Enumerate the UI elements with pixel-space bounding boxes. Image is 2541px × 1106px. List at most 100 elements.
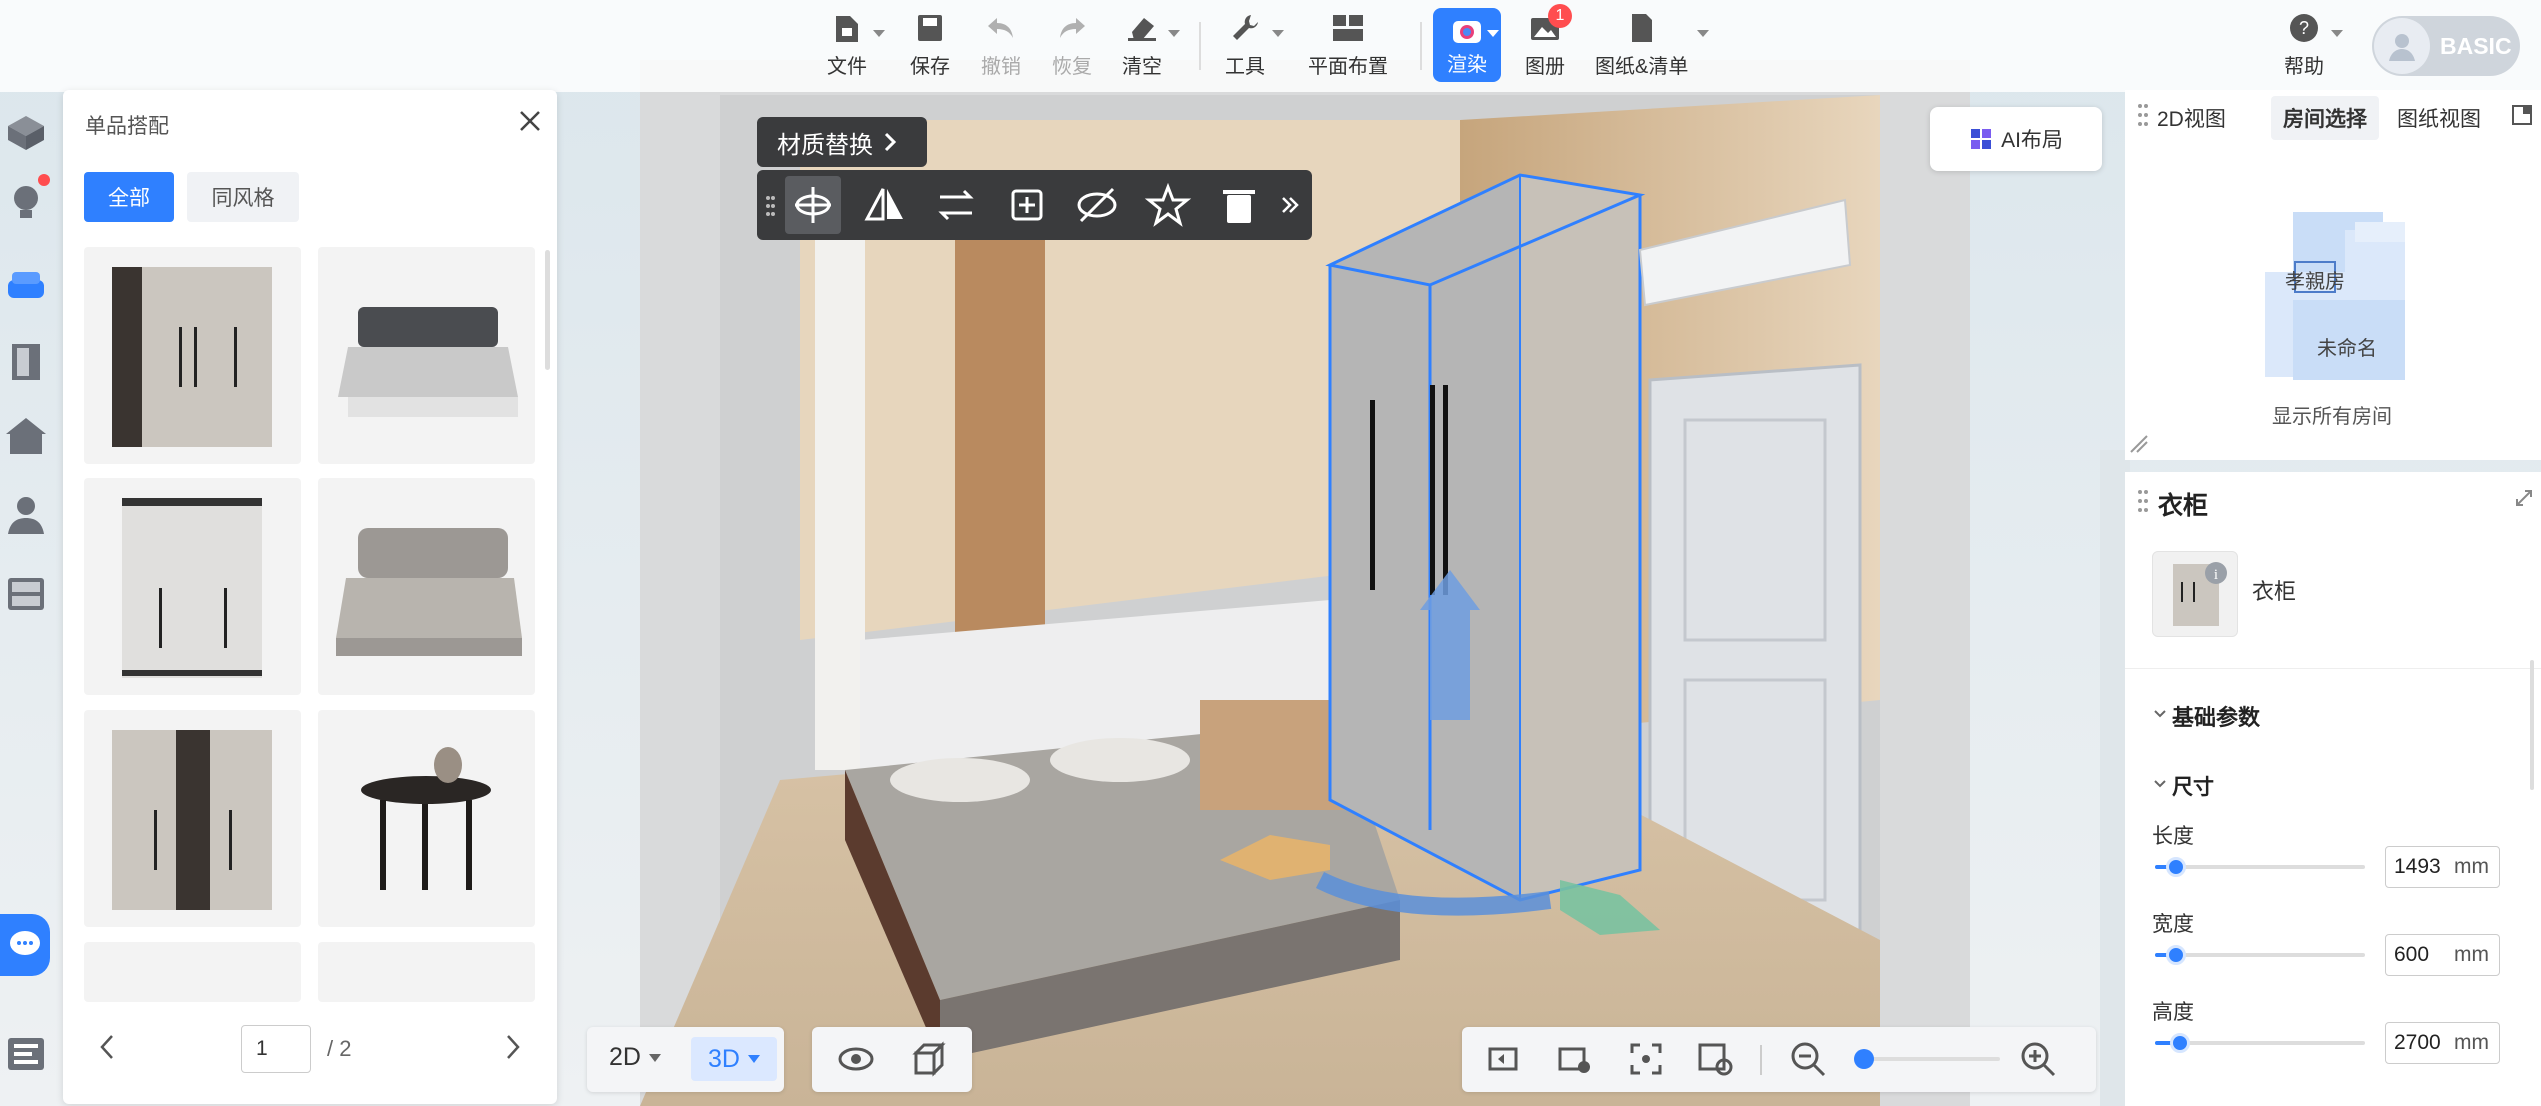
width-slider[interactable] bbox=[2155, 945, 2365, 965]
hide-icon[interactable] bbox=[1073, 183, 1121, 227]
drag-handle-icon[interactable] bbox=[765, 194, 775, 218]
zoom-slider-knob[interactable] bbox=[1854, 1049, 1874, 1069]
chat-button[interactable] bbox=[0, 914, 50, 976]
door-icon[interactable] bbox=[4, 340, 48, 384]
render-button[interactable]: 渲染 bbox=[1433, 8, 1501, 82]
account-badge[interactable]: BASIC bbox=[2372, 16, 2520, 76]
length-slider[interactable] bbox=[2155, 857, 2365, 877]
drawings-list-button[interactable]: 图纸&清单 bbox=[1595, 10, 1688, 79]
cube-outline-icon[interactable] bbox=[908, 1039, 948, 1079]
chevron-down-icon[interactable] bbox=[2152, 706, 2168, 722]
tools-menu[interactable]: 工具 bbox=[1225, 10, 1265, 79]
eye-icon[interactable] bbox=[836, 1039, 876, 1079]
zoom-out-icon[interactable] bbox=[1788, 1039, 1828, 1079]
tab-same-style[interactable]: 同风格 bbox=[187, 172, 299, 222]
prev-page-icon[interactable] bbox=[97, 1032, 117, 1062]
tools-label: 工具 bbox=[1225, 56, 1265, 78]
fit-view-icon[interactable] bbox=[1626, 1039, 1666, 1079]
camera-view-icon[interactable] bbox=[1484, 1039, 1524, 1079]
eraser-icon bbox=[1124, 10, 1160, 46]
tab-room-select[interactable]: 房间选择 bbox=[2271, 96, 2379, 140]
file-menu[interactable]: 文件 bbox=[827, 10, 867, 79]
file-label: 文件 bbox=[827, 56, 867, 78]
product-thumbnail[interactable] bbox=[84, 478, 301, 695]
person-icon[interactable] bbox=[4, 492, 48, 536]
chevron-down-icon[interactable] bbox=[2152, 776, 2168, 792]
divider bbox=[2125, 668, 2541, 669]
length-input[interactable]: 1493 mm bbox=[2385, 846, 2500, 888]
slider-knob[interactable] bbox=[2166, 945, 2186, 965]
star-icon[interactable] bbox=[1144, 183, 1192, 227]
floor-plan-button[interactable]: 平面布置 bbox=[1308, 10, 1388, 79]
zoom-in-icon[interactable] bbox=[2018, 1039, 2058, 1079]
panel-toggle-icon[interactable] bbox=[2511, 104, 2533, 126]
zoom-region-icon[interactable] bbox=[1696, 1039, 1736, 1079]
clear-caret[interactable] bbox=[1168, 30, 1180, 37]
tab-drawing-view[interactable]: 图纸视图 bbox=[2385, 96, 2493, 140]
svg-text:?: ? bbox=[2299, 18, 2309, 38]
close-icon[interactable] bbox=[515, 106, 545, 136]
expand-icon[interactable] bbox=[2514, 488, 2534, 508]
page-number-input[interactable]: 1 bbox=[241, 1025, 311, 1073]
clear-button[interactable]: 清空 bbox=[1122, 10, 1162, 79]
view-2d-button[interactable]: 2D bbox=[609, 1043, 661, 1072]
file-icon bbox=[829, 10, 865, 46]
width-input[interactable]: 600 mm bbox=[2385, 934, 2500, 976]
info-icon[interactable]: i bbox=[2204, 561, 2228, 585]
file-caret[interactable] bbox=[873, 30, 885, 37]
next-page-icon[interactable] bbox=[503, 1032, 523, 1062]
help-button[interactable]: ? 帮助 bbox=[2284, 10, 2324, 79]
delete-icon[interactable] bbox=[1215, 183, 1263, 227]
size-section[interactable]: 尺寸 bbox=[2172, 771, 2214, 801]
cabinet-icon[interactable] bbox=[4, 572, 48, 616]
mirror-icon[interactable] bbox=[861, 183, 909, 227]
scrollbar[interactable] bbox=[545, 250, 550, 370]
move-rotate-icon[interactable] bbox=[789, 183, 837, 227]
room-label-1[interactable]: 孝親房 bbox=[2285, 265, 2345, 294]
tools-caret[interactable] bbox=[1272, 30, 1284, 37]
drag-handle-icon[interactable] bbox=[2137, 488, 2149, 514]
tab-2d-view[interactable]: 2D视图 bbox=[2145, 96, 2238, 140]
undo-button[interactable]: 撤销 bbox=[981, 10, 1021, 79]
zoom-slider[interactable] bbox=[1854, 1049, 2000, 1069]
duplicate-icon[interactable] bbox=[1003, 183, 1051, 227]
cube-icon[interactable] bbox=[4, 110, 48, 154]
save-label: 保存 bbox=[910, 56, 950, 78]
camera-settings-icon[interactable] bbox=[1554, 1039, 1594, 1079]
scrollbar[interactable] bbox=[2530, 660, 2534, 790]
basic-params-section[interactable]: 基础参数 bbox=[2172, 700, 2260, 732]
floor-plan-minimap[interactable] bbox=[2265, 212, 2425, 402]
list-panel-icon[interactable] bbox=[4, 1032, 48, 1076]
lightbulb-icon[interactable] bbox=[4, 180, 48, 224]
drawings-list-label: 图纸&清单 bbox=[1595, 56, 1689, 78]
swap-icon[interactable] bbox=[932, 183, 980, 227]
product-thumbnail[interactable] bbox=[84, 942, 301, 1002]
help-caret[interactable] bbox=[2331, 30, 2343, 37]
render-caret[interactable] bbox=[1487, 30, 1499, 37]
chat-icon bbox=[10, 931, 40, 955]
redo-button[interactable]: 恢复 bbox=[1052, 10, 1092, 79]
show-all-rooms-link[interactable]: 显示所有房间 bbox=[2272, 400, 2392, 429]
height-slider[interactable] bbox=[2155, 1033, 2365, 1053]
room-label-2[interactable]: 未命名 bbox=[2317, 332, 2377, 361]
house-icon[interactable] bbox=[4, 414, 48, 458]
view-3d-button[interactable]: 3D bbox=[691, 1037, 777, 1081]
view-2d-label: 2D bbox=[609, 1043, 641, 1071]
height-input[interactable]: 2700 mm bbox=[2385, 1022, 2500, 1064]
slider-knob[interactable] bbox=[2166, 857, 2186, 877]
more-icon[interactable] bbox=[1279, 194, 1301, 216]
product-thumbnail[interactable] bbox=[318, 710, 535, 927]
product-thumbnail[interactable] bbox=[318, 247, 535, 464]
drawings-caret[interactable] bbox=[1697, 30, 1709, 37]
tab-all[interactable]: 全部 bbox=[84, 172, 174, 222]
product-thumbnail[interactable] bbox=[84, 247, 301, 464]
product-thumbnail[interactable] bbox=[84, 710, 301, 927]
resize-grip-icon[interactable] bbox=[2127, 432, 2149, 454]
save-button[interactable]: 保存 bbox=[910, 10, 950, 79]
material-replace-button[interactable]: 材质替换 bbox=[757, 117, 927, 167]
product-thumbnail[interactable] bbox=[318, 478, 535, 695]
album-badge: 1 bbox=[1548, 4, 1572, 28]
ai-layout-button[interactable]: AI布局 bbox=[1930, 107, 2102, 171]
product-thumbnail[interactable] bbox=[318, 942, 535, 1002]
sofa-icon[interactable] bbox=[4, 264, 48, 308]
